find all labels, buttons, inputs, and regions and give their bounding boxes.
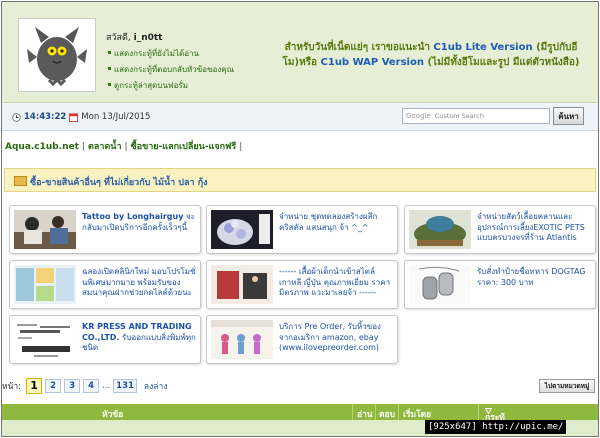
ad-card-text: บริการ Pre Order, รับหิ้วของจากอเมริกา a… — [279, 322, 381, 352]
breadcrumb-market[interactable]: ตลาดน้ำ — [88, 142, 121, 152]
search-placeholder: Custom Search — [434, 112, 484, 120]
lite-version-promo: สำหรับวันที่เน็ตแย่ๆ เราขอแนะนำ C1ub Lit… — [282, 42, 580, 68]
col-replies[interactable]: ตอบ — [379, 407, 395, 421]
clinic-photo — [14, 265, 76, 304]
ad-card-text: KR PRESS AND TRADING CO.,LTD. รับออกแบบส… — [82, 322, 196, 352]
jump-to-category-button[interactable]: ไปตามหมวดหมู่ — [539, 379, 595, 393]
ad-card-text: Tattoo by Longhairguy จะกลับมาเปิดบริการ… — [82, 212, 195, 232]
ad-card-reptile[interactable]: จำหน่ายสัตว์เลื้อยคลานและอุปกรณ์การเลี้ย… — [404, 205, 596, 254]
col-last-post[interactable]: กระทู้ล่าสุด — [484, 407, 506, 436]
page-3[interactable]: 3 — [64, 379, 81, 393]
greeting-text: สวัสดี, — [106, 33, 131, 43]
dogtag-photo — [409, 265, 471, 304]
ad-card-text: จำหน่าย ชุดทดลองสร้างผลึกคริสตัล แสนสนุก… — [279, 212, 378, 232]
image-watermark: [925x647] http://upic.me/ — [425, 420, 567, 434]
pagination-dots: ... — [102, 381, 111, 391]
ad-card-text: ฉลองเปิดคลินิกใหม่ มอบโปรโมชั่นพิเศษมากม… — [82, 267, 196, 297]
ad-card-kids-clothes[interactable]: ------ เสื้อผ้าเด็กนำเข้าสไตล์เกาหลี ญี่… — [206, 260, 398, 309]
calendar-icon — [69, 112, 79, 122]
pagination: หน้า: 1 2 3 4 ... 131 ลงล่าง — [2, 378, 167, 394]
wap-version-link[interactable]: C1ub WAP Version — [321, 57, 424, 68]
page-last[interactable]: 131 — [113, 379, 137, 393]
page-2[interactable]: 2 — [45, 379, 62, 393]
col-started-by[interactable]: เริ่มโดย — [403, 407, 431, 421]
ad-card-crystal[interactable]: จำหน่าย ชุดทดลองสร้างผลึกคริสตัล แสนสนุก… — [206, 205, 398, 254]
current-time: 14:43:22 — [24, 112, 67, 122]
ad-card-preorder[interactable]: บริการ Pre Order, รับหิ้วของจากอเมริกา a… — [206, 315, 398, 364]
col-views[interactable]: อ่าน — [357, 407, 373, 421]
clock-icon — [12, 112, 21, 122]
breadcrumb: Aqua.c1ub.net | ตลาดน้ำ | ซื้อขาย-แลกเปลี่ยน… — [5, 142, 243, 152]
lite-version-link[interactable]: C1ub Lite Version — [433, 42, 532, 53]
username[interactable]: i_n0tt — [134, 33, 163, 43]
forum-page: สวัสดี, i_n0tt แสดงกระทู้ที่ยังไม่ได้อ่า… — [1, 1, 599, 437]
forum-header: สวัสดี, i_n0tt แสดงกระทู้ที่ยังไม่ได้อ่า… — [2, 2, 598, 103]
kids-clothes-photo — [211, 265, 273, 304]
ad-card-tattoo[interactable]: Tattoo by Longhairguy จะกลับมาเปิดบริการ… — [9, 205, 201, 254]
link-replies-to-my-topics[interactable]: แสดงกระทู้ที่ตอบกลับหัวข้อของคุณ — [108, 63, 234, 76]
page-1[interactable]: 1 — [26, 378, 43, 394]
ad-card-printing[interactable]: KR PRESS AND TRADING CO.,LTD. รับออกแบบส… — [9, 315, 201, 364]
search-button[interactable]: ค้นหา — [553, 107, 584, 125]
toolbar: 14:43:22 Mon 13/Jul/2015 Google Custom S… — [2, 103, 598, 131]
breadcrumb-trade[interactable]: ซื้อขาย-แลกเปลี่ยน-แจกฟรี — [131, 142, 237, 152]
breadcrumb-home[interactable]: Aqua.c1ub.net — [5, 142, 79, 152]
link-unread-topics[interactable]: แสดงกระทู้ที่ยังไม่ได้อ่าน — [108, 47, 234, 60]
link-latest-posts[interactable]: ดูกระทู้ล่าสุดบนฟอรั่ม — [108, 79, 234, 92]
clock: 14:43:22 Mon 13/Jul/2015 — [12, 112, 150, 122]
current-date: Mon 13/Jul/2015 — [81, 112, 151, 122]
pagination-label: หน้า: — [2, 382, 22, 392]
preorder-banner — [211, 320, 273, 359]
ad-card-clinic[interactable]: ฉลองเปิดคลินิกใหม่ มอบโปรโมชั่นพิเศษมากม… — [9, 260, 201, 309]
col-topic[interactable]: หัวข้อ — [102, 407, 123, 421]
ad-card-dogtag[interactable]: รับสั่งทำป้ายชื่อทหาร DOGTAG ราคา: 300 บ… — [404, 260, 596, 309]
ad-card-text: จำหน่ายสัตว์เลื้อยคลานและอุปกรณ์การเลี้ย… — [477, 212, 585, 242]
publishing-wordcloud — [14, 320, 76, 359]
avatar-bat-icon — [27, 27, 87, 87]
ad-card-text: ------ เสื้อผ้าเด็กนำเข้าสไตล์เกาหลี ญี่… — [279, 267, 391, 297]
topics-table-header: หัวข้อ อ่าน ตอบ เริ่มโดย กระทู้ล่าสุด — [2, 404, 598, 436]
user-links: แสดงกระทู้ที่ยังไม่ได้อ่าน แสดงกระทู้ที่… — [108, 47, 234, 95]
crystal-kit-photo — [211, 210, 273, 249]
category-title[interactable]: ซื้อ-ขายสินค้าอื่นๆ ที่ไม่เกี่ยวกับ ไม้น… — [30, 175, 208, 189]
reptile-photo — [409, 210, 471, 249]
google-logo: Google — [406, 112, 431, 120]
folder-icon — [14, 176, 27, 186]
page-4[interactable]: 4 — [83, 379, 100, 393]
category-header: ซื้อ-ขายสินค้าอื่นๆ ที่ไม่เกี่ยวกับ ไม้น… — [4, 168, 596, 192]
search-input[interactable]: Google Custom Search — [402, 108, 550, 124]
user-avatar[interactable] — [18, 18, 96, 92]
go-bottom-link[interactable]: ลงล่าง — [144, 379, 168, 393]
greeting: สวัสดี, i_n0tt — [106, 30, 162, 44]
tattoo-photo — [14, 210, 76, 249]
ad-card-text: รับสั่งทำป้ายชื่อทหาร DOGTAG ราคา: 300 บ… — [477, 267, 586, 287]
